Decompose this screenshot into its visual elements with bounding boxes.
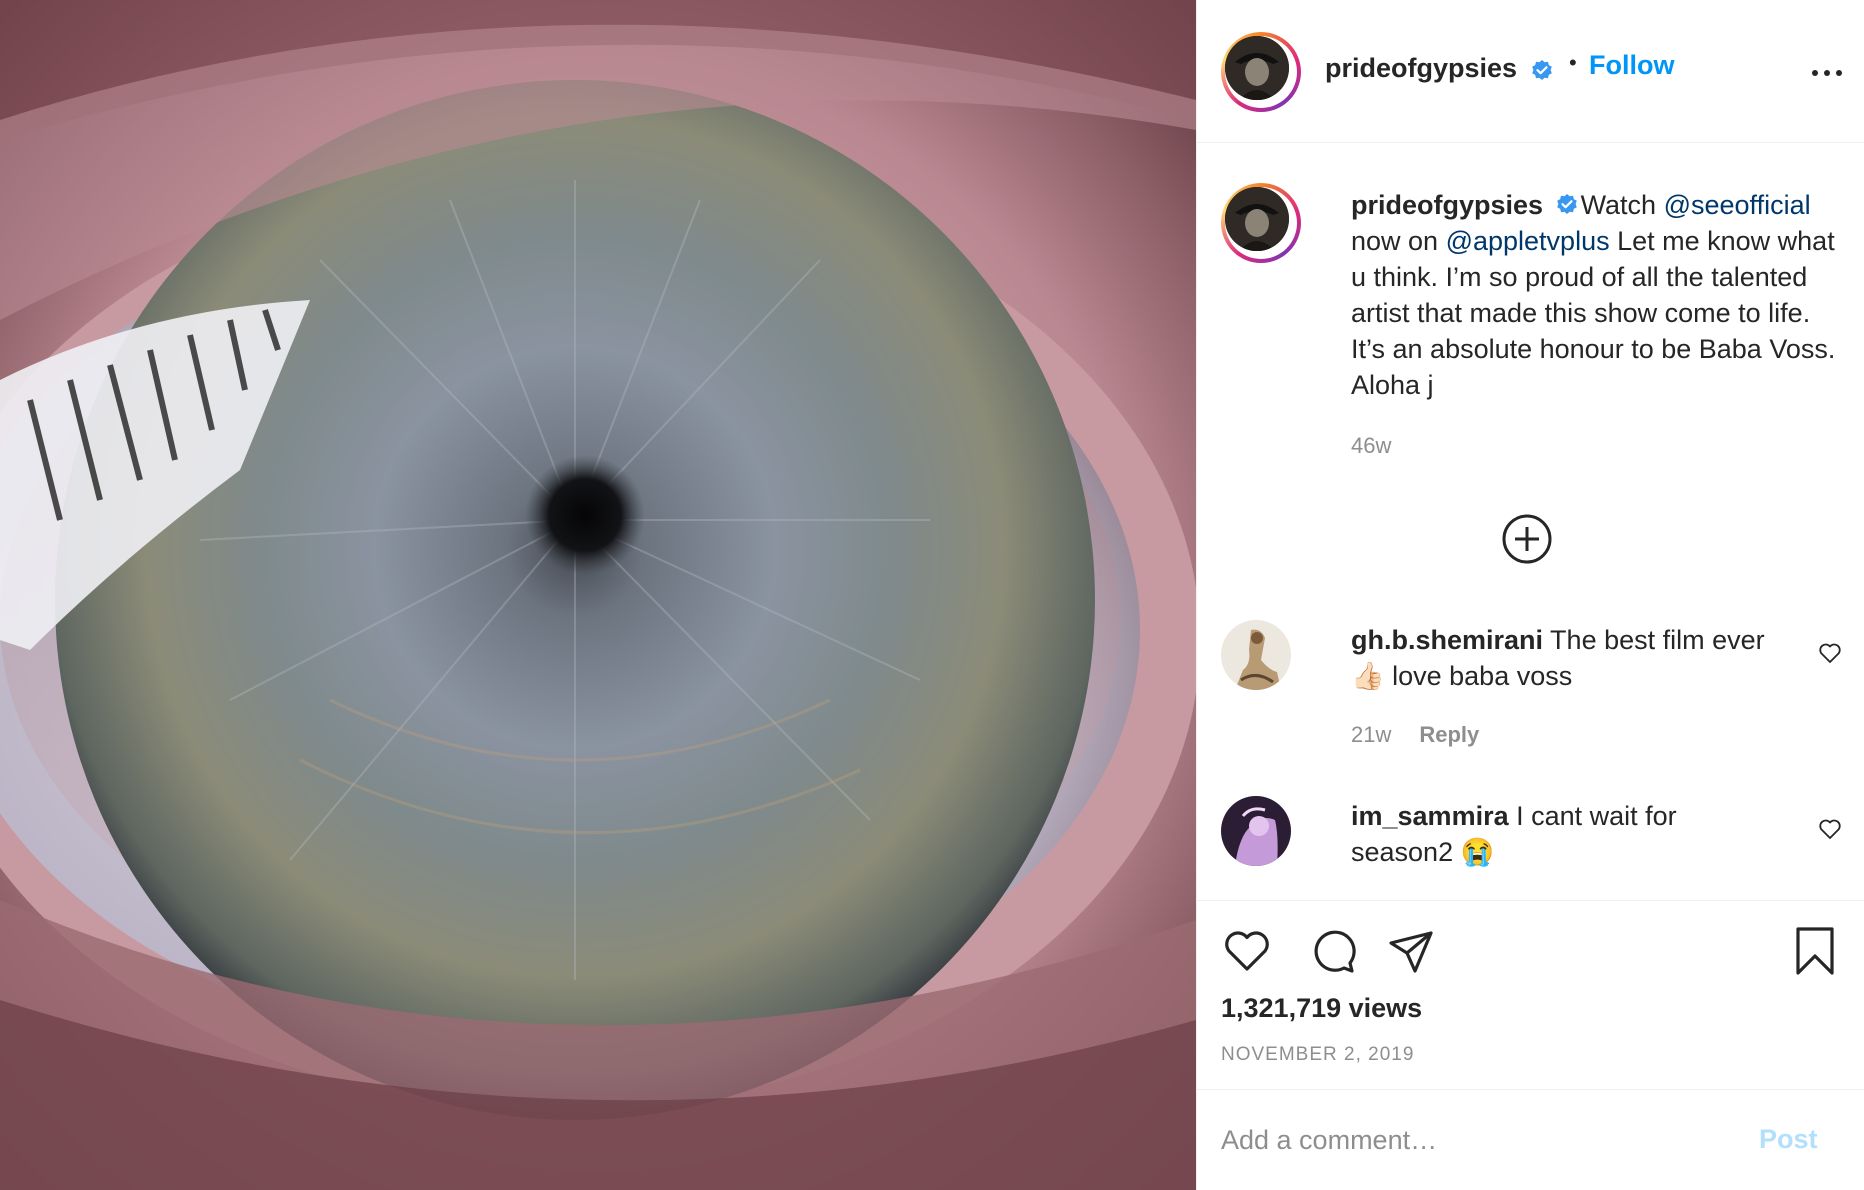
post-side-panel: prideofgypsies • Follow prideofgypsies W…	[1196, 0, 1864, 1190]
caption-text: prideofgypsies Watch @seeofficial now on…	[1351, 187, 1851, 403]
post-media-video[interactable]	[0, 0, 1196, 1190]
comment-input[interactable]	[1221, 1118, 1721, 1162]
post-actions: 1,321,719 views NOVEMBER 2, 2019	[1197, 900, 1864, 1090]
caption-author-avatar[interactable]	[1221, 183, 1301, 263]
caption-timestamp[interactable]: 46w	[1351, 433, 1391, 459]
follow-button[interactable]: Follow	[1589, 50, 1674, 81]
author-avatar-image	[1225, 36, 1289, 100]
caption-text-part: Watch	[1580, 190, 1664, 220]
reply-button[interactable]: Reply	[1419, 722, 1479, 747]
eye-closeup-image	[0, 0, 1196, 1190]
post-header: prideofgypsies • Follow	[1197, 0, 1864, 143]
commenter-avatar[interactable]	[1221, 620, 1291, 690]
caption-username[interactable]: prideofgypsies	[1351, 190, 1543, 220]
commenter-avatar[interactable]	[1221, 796, 1291, 866]
caption-author-avatar-image	[1225, 187, 1289, 251]
comment-text: im_sammira I cant wait for season2 😭	[1351, 798, 1781, 870]
comment-meta: 21w Reply	[1351, 722, 1479, 748]
author-avatar[interactable]	[1221, 32, 1301, 112]
commenter-avatar-image	[1221, 796, 1291, 866]
post-date[interactable]: NOVEMBER 2, 2019	[1221, 1044, 1414, 1066]
more-horizontal-icon[interactable]	[1809, 58, 1845, 88]
caption-verified-badge-icon	[1556, 194, 1577, 214]
header-separator: •	[1569, 50, 1577, 75]
share-send-icon[interactable]	[1385, 925, 1437, 977]
mention-seeofficial[interactable]: @seeofficial	[1664, 190, 1811, 220]
instagram-post: prideofgypsies • Follow prideofgypsies W…	[0, 0, 1864, 1190]
verified-badge-icon	[1532, 60, 1552, 80]
comment-username[interactable]: im_sammira	[1351, 801, 1509, 831]
add-comment-bar: Post	[1197, 1089, 1864, 1190]
comment-username[interactable]: gh.b.shemirani	[1351, 625, 1543, 655]
comment-timestamp[interactable]: 21w	[1351, 722, 1391, 747]
mention-appletvplus[interactable]: @appletvplus	[1446, 226, 1610, 256]
save-bookmark-icon[interactable]	[1789, 925, 1841, 977]
view-count[interactable]: 1,321,719 views	[1221, 993, 1422, 1024]
like-heart-icon[interactable]	[1221, 925, 1273, 977]
post-comment-button[interactable]: Post	[1759, 1124, 1818, 1155]
comment-like-heart-icon[interactable]	[1817, 816, 1843, 842]
commenter-avatar-image	[1221, 620, 1291, 690]
caption-text-part: now on	[1351, 226, 1446, 256]
comment-bubble-icon[interactable]	[1307, 925, 1359, 977]
comment-text: gh.b.shemirani The best film ever 👍🏻 lov…	[1351, 622, 1781, 694]
header-username[interactable]: prideofgypsies	[1325, 53, 1517, 84]
comment-like-heart-icon[interactable]	[1817, 640, 1843, 666]
load-more-comments-icon[interactable]	[1501, 513, 1553, 565]
